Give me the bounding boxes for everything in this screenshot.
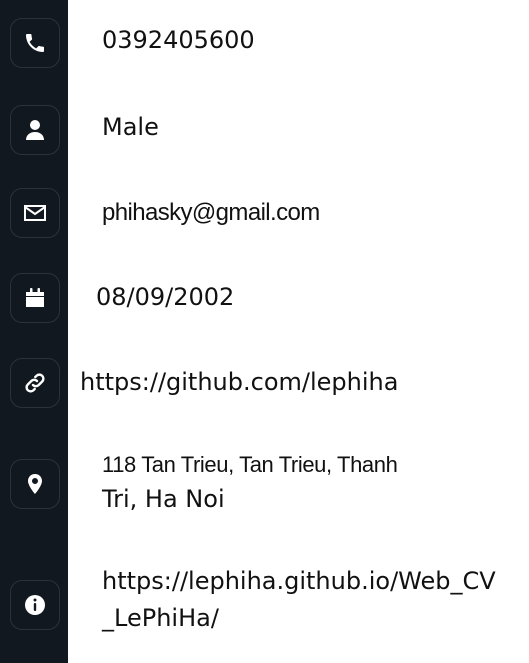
icon-rail [0,0,68,663]
location-pin-icon [10,459,60,509]
address-line-1: 118 Tan Trieu, Tan Trieu, Thanh [102,452,398,477]
website[interactable]: https://lephiha.github.io/Web_CV _LePhiH… [102,565,496,635]
user-icon [10,105,60,155]
gender: Male [102,113,159,141]
info-icon [10,580,60,630]
address: 118 Tan Trieu, Tan Trieu, Thanh Tri, Ha … [102,448,398,516]
github-link[interactable]: https://github.com/lephiha [80,366,398,399]
phone-number: 0392405600 [102,26,255,54]
calendar-icon [10,273,60,323]
website-line-1[interactable]: https://lephiha.github.io/Web_CV [102,565,496,598]
address-line-2: Tri, Ha Noi [102,485,225,513]
link-icon [10,358,60,408]
phone-icon [10,18,60,68]
website-line-2[interactable]: _LePhiHa/ [102,602,496,635]
envelope-icon [10,188,60,238]
birthday: 08/09/2002 [96,283,235,311]
email: phihasky@gmail.com [102,199,320,226]
